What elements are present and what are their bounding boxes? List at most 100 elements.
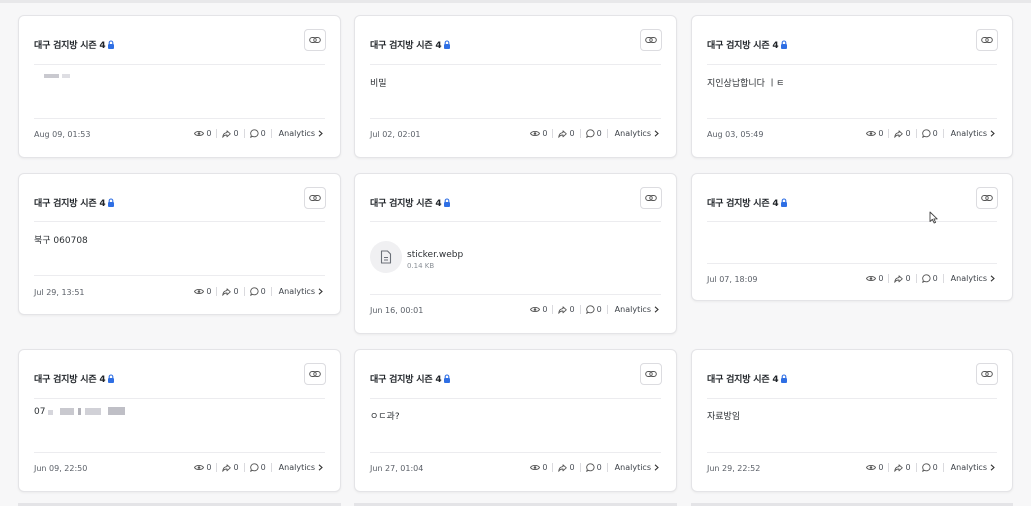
share-icon — [222, 287, 232, 296]
file-size: 0.14 KB — [407, 262, 435, 270]
link-icon — [309, 37, 321, 43]
lock-icon — [781, 198, 788, 207]
lock-icon — [781, 374, 788, 383]
post-card[interactable]: 대구 검지방 시즌 4 ㅇㄷ과? Jun 27, 01:04 0 0 0 Ana… — [354, 349, 677, 492]
post-card[interactable]: 대구 검지방 시즌 4 sticker.webp 0.14 KB Jun 16,… — [354, 173, 677, 334]
comments-stat: 0 — [249, 287, 266, 296]
post-date: Jul 07, 18:09 — [707, 275, 758, 284]
copy-link-button[interactable] — [640, 29, 662, 51]
analytics-link[interactable]: Analytics — [615, 305, 659, 314]
chevron-right-icon — [654, 306, 659, 313]
post-content: 비밀 — [370, 79, 387, 89]
post-date: Jun 29, 22:52 — [707, 464, 761, 473]
lock-icon — [444, 374, 451, 383]
share-icon — [558, 463, 568, 472]
comments-stat: 0 — [249, 463, 266, 472]
comment-icon — [585, 305, 595, 314]
redacted-block — [78, 408, 81, 415]
file-name: sticker.webp — [407, 250, 464, 260]
copy-link-button[interactable] — [976, 363, 998, 385]
views-stat: 0 — [866, 129, 883, 138]
share-icon — [558, 305, 568, 314]
analytics-link[interactable]: Analytics — [951, 463, 995, 472]
shares-stat: 0 — [222, 287, 239, 296]
copy-link-button[interactable] — [304, 29, 326, 51]
share-icon — [222, 129, 232, 138]
post-date: Aug 09, 01:53 — [34, 130, 91, 139]
copy-link-button[interactable] — [640, 363, 662, 385]
footer-divider — [707, 118, 997, 119]
analytics-link[interactable]: Analytics — [951, 129, 995, 138]
copy-link-button[interactable] — [640, 187, 662, 209]
header-divider — [370, 64, 661, 65]
copy-link-button[interactable] — [304, 363, 326, 385]
share-icon — [222, 463, 232, 472]
link-icon — [309, 371, 321, 377]
redacted-block — [62, 74, 70, 78]
lock-icon — [444, 40, 451, 49]
shares-stat: 0 — [894, 274, 911, 283]
analytics-link[interactable]: Analytics — [279, 129, 323, 138]
copy-link-button[interactable] — [976, 29, 998, 51]
footer-divider — [34, 452, 325, 453]
views-stat: 0 — [194, 287, 211, 296]
chevron-right-icon — [318, 130, 323, 137]
link-icon — [645, 37, 657, 43]
card-title: 대구 검지방 시즌 4 — [34, 196, 115, 209]
chevron-right-icon — [318, 288, 323, 295]
post-card[interactable]: 대구 검지방 시즌 4 지인상납합니다 ㅣㅌ Aug 03, 05:49 0 0… — [691, 15, 1013, 158]
post-card[interactable]: 대구 검지방 시즌 4 북구 060708 Jul 29, 13:51 0 0 … — [18, 173, 341, 315]
lock-icon — [108, 198, 115, 207]
copy-link-button[interactable] — [304, 187, 326, 209]
post-card[interactable]: 대구 검지방 시즌 4 07 Jun 09, 22:50 0 0 0 Analy… — [18, 349, 341, 492]
comments-stat: 0 — [585, 463, 602, 472]
footer-divider — [34, 118, 325, 119]
post-card[interactable]: 대구 검지방 시즌 4 비밀 Jul 02, 02:01 0 0 0 Analy… — [354, 15, 677, 158]
post-content: ㅇㄷ과? — [370, 412, 400, 422]
lock-icon — [781, 40, 788, 49]
comment-icon — [249, 287, 259, 296]
share-icon — [558, 129, 568, 138]
analytics-link[interactable]: Analytics — [279, 463, 323, 472]
shares-stat: 0 — [222, 129, 239, 138]
redacted-block — [108, 407, 125, 415]
post-date: Jul 29, 13:51 — [34, 288, 85, 297]
lock-icon — [444, 198, 451, 207]
post-date: Aug 03, 05:49 — [707, 130, 764, 139]
header-divider — [707, 221, 997, 222]
card-title: 대구 검지방 시즌 4 — [34, 38, 115, 51]
analytics-link[interactable]: Analytics — [951, 274, 995, 283]
footer-divider — [370, 452, 661, 453]
comment-icon — [585, 463, 595, 472]
analytics-link[interactable]: Analytics — [615, 463, 659, 472]
comment-icon — [921, 274, 931, 283]
post-card[interactable]: 대구 검지방 시즌 4 Jul 07, 18:09 0 0 0 Analytic… — [691, 173, 1013, 301]
post-card[interactable]: 대구 검지방 시즌 4 자료방임 Jun 29, 22:52 0 0 0 Ana… — [691, 349, 1013, 492]
header-divider — [34, 221, 325, 222]
footer-divider — [370, 118, 661, 119]
comment-icon — [585, 129, 595, 138]
comments-stat: 0 — [249, 129, 266, 138]
eye-icon — [866, 465, 877, 470]
chevron-right-icon — [318, 464, 323, 471]
comments-stat: 0 — [585, 305, 602, 314]
analytics-link[interactable]: Analytics — [615, 129, 659, 138]
views-stat: 0 — [530, 129, 547, 138]
file-icon — [370, 241, 402, 273]
shares-stat: 0 — [894, 129, 911, 138]
chevron-right-icon — [990, 464, 995, 471]
share-icon — [894, 129, 904, 138]
link-icon — [645, 195, 657, 201]
comments-stat: 0 — [921, 129, 938, 138]
post-content: 지인상납합니다 ㅣㅌ — [707, 79, 785, 89]
copy-link-button[interactable] — [976, 187, 998, 209]
eye-icon — [866, 131, 877, 136]
comments-stat: 0 — [585, 129, 602, 138]
comment-icon — [249, 463, 259, 472]
shares-stat: 0 — [222, 463, 239, 472]
post-card[interactable]: 대구 검지방 시즌 4 Aug 09, 01:53 0 0 0 Analytic… — [18, 15, 341, 158]
card-title: 대구 검지방 시즌 4 — [707, 38, 788, 51]
post-date: Jun 27, 01:04 — [370, 464, 424, 473]
analytics-link[interactable]: Analytics — [279, 287, 323, 296]
link-icon — [981, 195, 993, 201]
